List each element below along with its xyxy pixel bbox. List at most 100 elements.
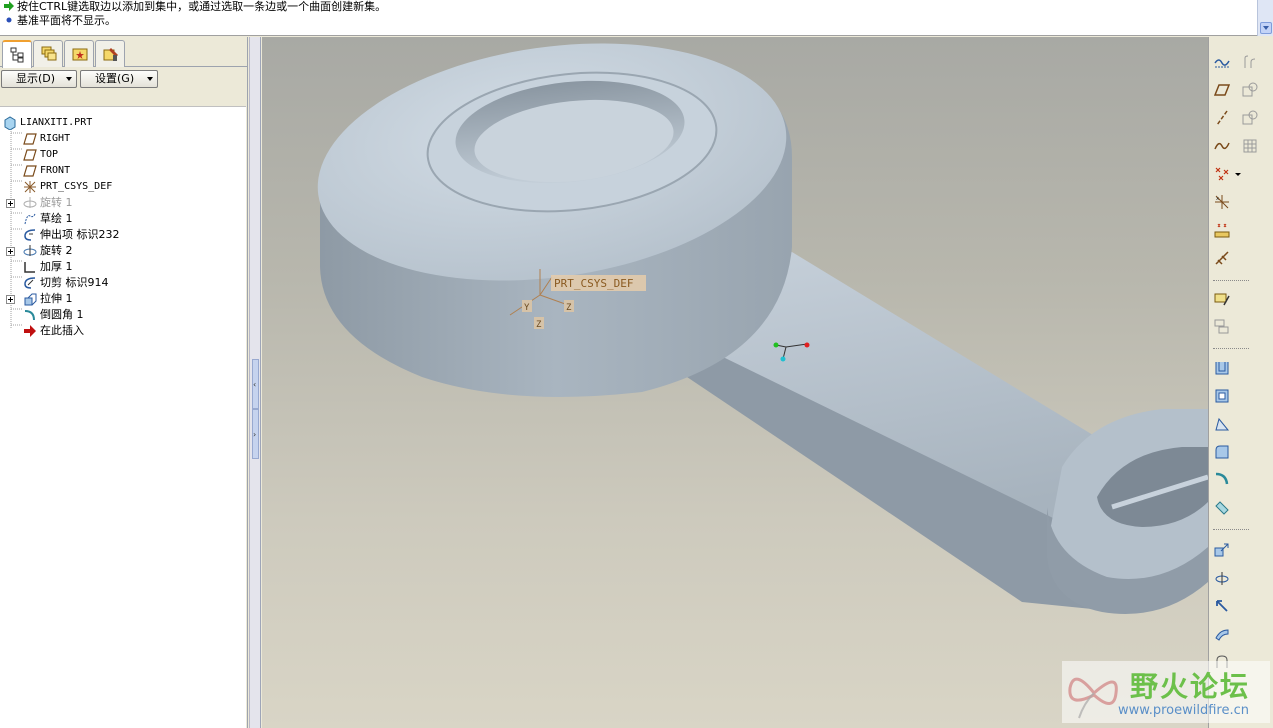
thicken-icon [23,260,37,274]
merge-icon [1215,572,1229,585]
tree-item-front[interactable]: FRONT [0,163,240,179]
csys-icon [23,180,37,194]
layers-tab[interactable] [33,40,63,67]
merge-alt-button[interactable] [1239,107,1261,129]
offset-icon [1215,629,1229,641]
tree-item-round-1[interactable]: 倒圆角 1 [0,307,240,323]
offset-button[interactable] [1211,623,1233,645]
message-area: 按住CTRL键选取边以添加到集中，或通过选取一条边或一个曲面创建新集。 基准平面… [0,0,1273,36]
datum-display-button[interactable] [1211,51,1233,73]
butterfly-logo-icon [1068,677,1118,719]
show-dropdown[interactable]: 显示(D) [1,70,77,88]
toolbar-separator [1213,529,1249,530]
expand-toggle[interactable] [6,247,15,256]
csys-tool-button[interactable]: x [1211,191,1233,213]
bullet-icon [4,15,14,25]
tree-header [0,91,246,107]
toolbar-separator [1213,348,1249,349]
tree-item-csys[interactable]: PRT_CSYS_DEF [0,179,240,195]
feature-toolbar: x [1208,37,1273,728]
axis-label-z2: Z [536,320,542,330]
settings-dropdown[interactable]: 设置(G) [80,70,158,88]
message-scrollbar[interactable] [1257,0,1273,36]
expand-toggle[interactable] [6,295,15,304]
scroll-down-button[interactable] [1260,22,1272,34]
chamfer-icon [1215,472,1229,485]
model-tree-tab[interactable] [2,40,32,68]
shell-button[interactable] [1211,357,1233,379]
tree-item-revolve-2[interactable]: 旋转 2 [0,243,240,259]
axis-label-y: Y [524,303,530,313]
tree-item-top[interactable]: TOP [0,147,240,163]
rib-icon [1215,389,1229,403]
message-line: 基准平面将不显示。 [4,14,116,28]
panel-splitter[interactable]: ‹ › [249,37,261,728]
graphics-viewport[interactable]: PRT_CSYS_DEF Y Z Z [262,37,1208,728]
trim-button[interactable] [1211,595,1233,617]
sketch-ref-icon [1244,55,1256,68]
expand-toggle[interactable] [6,199,15,208]
navigator-toolbar: 显示(D) 设置(G) [0,68,248,90]
collapse-left-handle[interactable]: ‹ [252,359,259,409]
toolbar-separator [1213,280,1249,281]
tree-item-cut[interactable]: 切剪 标识914 [0,275,240,291]
protrusion-icon [23,228,37,242]
datum-point-dropdown[interactable] [1233,163,1243,185]
sketch-icon [23,212,37,226]
tree-item-revolve-1[interactable]: 旋转 1 [0,195,240,211]
cut-icon [23,276,37,290]
hole-button[interactable] [1211,497,1233,519]
datum-plane-icon [23,164,37,178]
datum-point-tool-button[interactable] [1211,163,1233,185]
tree-item-insert-here[interactable]: 在此插入 [0,323,240,339]
pattern-alt-button[interactable] [1239,135,1261,157]
message-line: 按住CTRL键选取边以添加到集中，或通过选取一条边或一个曲面创建新集。 [4,0,386,14]
datum-display-alt-button[interactable] [1239,79,1261,101]
datum-axis-tool-button[interactable] [1211,107,1233,129]
part-icon [3,116,17,131]
rib-button[interactable] [1211,385,1233,407]
green-arrow-icon [4,1,14,11]
hole-icon [1215,501,1229,515]
sketch-ref-button[interactable] [1211,315,1233,337]
sketch-ref-alt-button[interactable] [1239,51,1261,73]
round-tool-button[interactable] [1211,441,1233,463]
connections-tab[interactable] [95,40,125,67]
insert-annotation-button[interactable] [1211,247,1233,269]
analysis-button[interactable] [1211,219,1233,241]
tree-item-sketch-1[interactable]: 草绘 1 [0,211,240,227]
navigator-tabs [0,39,248,68]
chevron-down-icon [1235,173,1241,176]
model-tree: LIANXITI.PRT RIGHT TOP FRONT PRT_CSYS_DE… [0,107,246,728]
tree-item-right[interactable]: RIGHT [0,131,240,147]
axis-label-z: Z [566,303,572,313]
datum-point-tool-icon [1215,167,1229,181]
tree-item-thicken-1[interactable]: 加厚 1 [0,259,240,275]
mirror-button[interactable] [1211,539,1233,561]
tree-item-extrude-1[interactable]: 拉伸 1 [0,291,240,307]
datum-plane-icon [23,148,37,162]
draft-icon [1215,417,1230,431]
datum-curve-tool-button[interactable] [1211,135,1233,157]
draft-button[interactable] [1211,413,1233,435]
tree-item-part[interactable]: LIANXITI.PRT [0,115,240,131]
favorites-tab[interactable] [64,40,94,67]
expand-right-handle[interactable]: › [252,409,259,459]
navigator-panel: 显示(D) 设置(G) LIANXITI.PRT RIGHT TOP FRONT… [0,37,248,728]
proe-window: 按住CTRL键选取边以添加到集中，或通过选取一条边或一个曲面创建新集。 基准平面… [0,0,1273,728]
round-icon [23,308,37,322]
sketch-tool-button[interactable] [1211,287,1233,309]
revolve-icon [23,196,37,210]
tree-item-protrusion[interactable]: 伸出项 标识232 [0,227,240,243]
pattern-icon [1243,139,1257,153]
revolve-icon [23,244,37,258]
sketch-tool-icon [1214,293,1230,306]
datum-plane-tool-button[interactable] [1211,79,1233,101]
sketch-ref-icon [1214,319,1229,334]
round-tool-icon [1215,445,1229,459]
mirror-icon [1214,543,1229,557]
svg-text:x: x [1216,196,1219,202]
datum-display-icon [1242,82,1258,97]
chamfer-button[interactable] [1211,469,1233,491]
merge-button[interactable] [1211,567,1233,589]
